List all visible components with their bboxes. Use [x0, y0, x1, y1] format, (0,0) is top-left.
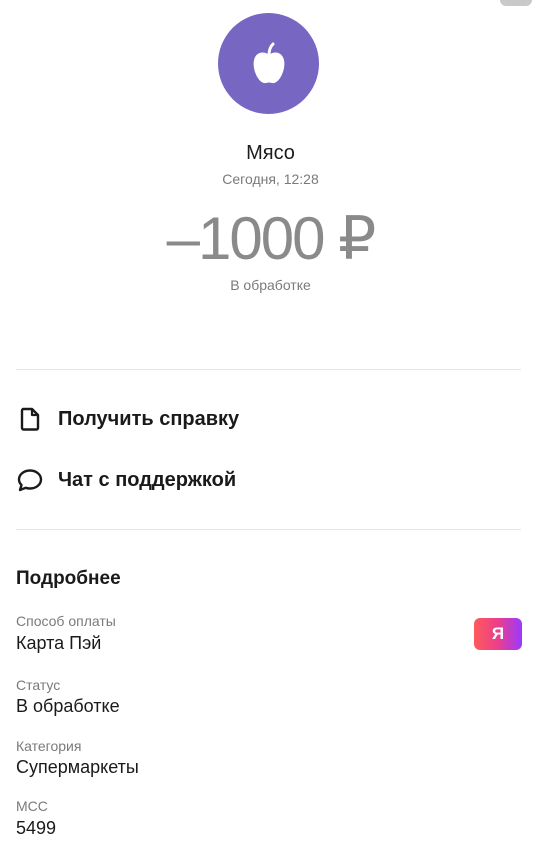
- payment-method-value: Карта Пэй: [16, 633, 102, 653]
- get-receipt-label: Получить справку: [58, 407, 240, 430]
- divider: [16, 529, 521, 530]
- transaction-status: В обработке: [230, 277, 311, 293]
- category-label: Категория: [16, 738, 82, 754]
- status-value: В обработке: [16, 696, 120, 716]
- support-chat-button[interactable]: Чат с поддержкой: [16, 458, 521, 502]
- payment-badge: Я: [474, 618, 522, 650]
- merchant-name: Мясо: [246, 142, 295, 164]
- payment-method-label: Способ оплаты: [16, 613, 116, 629]
- details-title: Подробнее: [16, 568, 121, 589]
- apple-icon: [253, 42, 284, 83]
- mcc-value: 5499: [16, 818, 57, 838]
- divider: [16, 369, 521, 370]
- mcc-label: MCC: [16, 798, 48, 814]
- document-icon: [16, 405, 44, 433]
- transaction-header: Мясо Сегодня, 12:28 –1000 ₽ В обработке: [0, 0, 541, 330]
- get-receipt-button[interactable]: Получить справку: [16, 397, 521, 441]
- status-label: Статус: [16, 677, 61, 693]
- support-chat-label: Чат с поддержкой: [58, 468, 237, 491]
- category-value: Супермаркеты: [16, 757, 139, 777]
- transaction-amount: –1000 ₽: [166, 205, 377, 272]
- chat-bubble-icon: [16, 466, 44, 494]
- transaction-date: Сегодня, 12:28: [222, 171, 319, 187]
- merchant-logo: [218, 13, 319, 114]
